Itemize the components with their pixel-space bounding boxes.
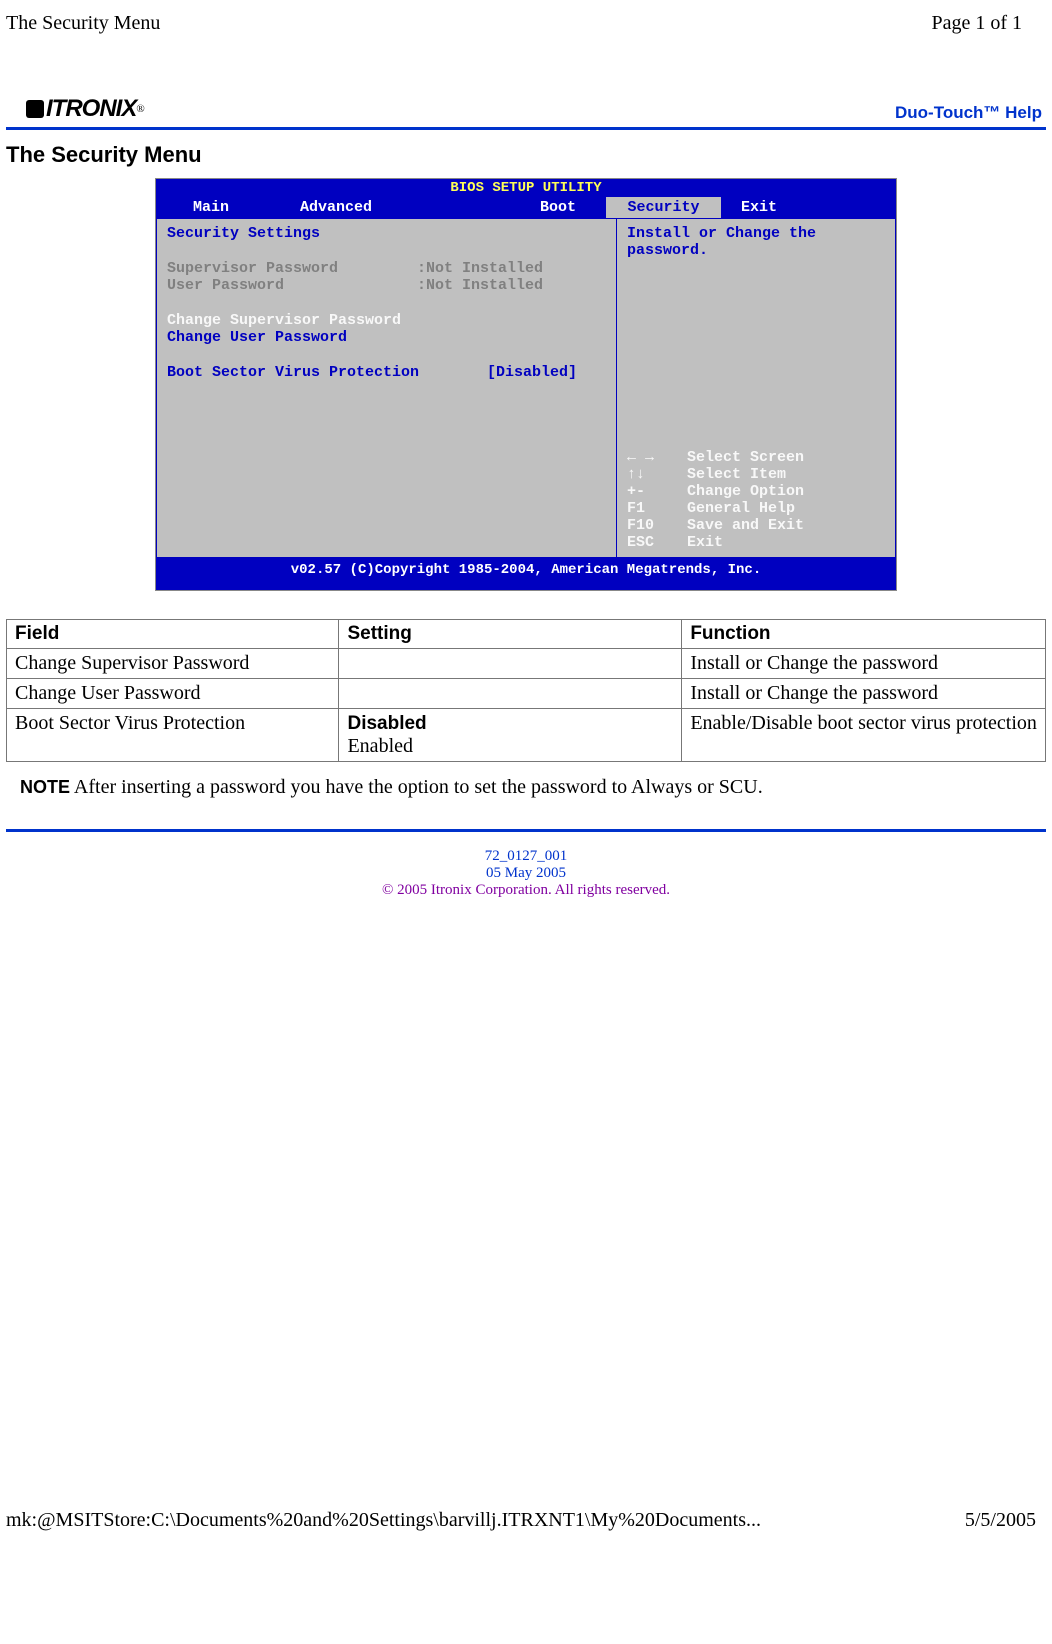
- bios-title: BIOS SETUP UTILITY: [156, 179, 896, 197]
- page-title: The Security Menu: [6, 142, 1046, 168]
- nav-action: Select Item: [687, 466, 786, 483]
- change-user-pw: Change User Password: [167, 329, 606, 346]
- nav-action: Save and Exit: [687, 517, 804, 534]
- change-supervisor-pw: Change Supervisor Password: [167, 312, 606, 329]
- bios-menu-main: Main: [156, 197, 266, 218]
- doc-page-info: Page 1 of 1: [931, 12, 1022, 35]
- nav-action: Select Screen: [687, 449, 804, 466]
- footer-path: mk:@MSITStore:C:\Documents%20and%20Setti…: [6, 1509, 761, 1532]
- nav-action: Exit: [687, 534, 723, 551]
- nav-key: ← →: [627, 449, 687, 466]
- bios-menu: Main Advanced Boot Security Exit: [156, 197, 896, 218]
- note-label: NOTE: [20, 777, 70, 797]
- cell-setting: [339, 679, 682, 709]
- table-row: Change User Password Install or Change t…: [7, 679, 1046, 709]
- cell-field: Change User Password: [7, 679, 339, 709]
- user-pw-label: User Password: [167, 277, 417, 294]
- doc-date: 05 May 2005: [6, 865, 1046, 882]
- doc-id: 72_0127_001: [6, 848, 1046, 865]
- table-row: Change Supervisor Password Install or Ch…: [7, 649, 1046, 679]
- setting-bold: Disabled: [347, 713, 426, 734]
- bios-menu-advanced: Advanced: [266, 197, 406, 218]
- nav-key: F1: [627, 500, 687, 517]
- help-link[interactable]: Duo-Touch™ Help: [895, 103, 1046, 123]
- boot-sector-value: [Disabled]: [487, 364, 577, 381]
- brand-name: ITRONIX: [46, 95, 136, 123]
- table-row: Boot Sector Virus Protection Disabled En…: [7, 709, 1046, 762]
- cell-setting: [339, 649, 682, 679]
- supervisor-pw-value: :Not Installed: [417, 260, 543, 277]
- supervisor-pw-label: Supervisor Password: [167, 260, 417, 277]
- doc-copyright: © 2005 Itronix Corporation. All rights r…: [6, 882, 1046, 899]
- bios-menu-security: Security: [606, 197, 721, 218]
- setting-plain: Enabled: [347, 735, 413, 757]
- cell-field: Boot Sector Virus Protection: [7, 709, 339, 762]
- bios-right-panel: Install or Change the password. ← →Selec…: [616, 218, 896, 558]
- table-header-field: Field: [7, 620, 339, 649]
- table-header-function: Function: [682, 620, 1046, 649]
- brand-square-icon: [26, 100, 44, 118]
- nav-action: Change Option: [687, 483, 804, 500]
- cell-field: Change Supervisor Password: [7, 649, 339, 679]
- boot-sector-label: Boot Sector Virus Protection: [167, 364, 487, 381]
- cell-function: Install or Change the password: [682, 649, 1046, 679]
- nav-key: ↑↓: [627, 466, 687, 483]
- bios-left-panel: Security Settings Supervisor Password :N…: [156, 218, 616, 558]
- doc-header-title: The Security Menu: [6, 12, 160, 35]
- bios-menu-boot: Boot: [406, 197, 606, 218]
- bios-screenshot: BIOS SETUP UTILITY Main Advanced Boot Se…: [155, 178, 897, 591]
- bios-menu-exit: Exit: [721, 197, 851, 218]
- nav-key: F10: [627, 517, 687, 534]
- note-line: NOTE After inserting a password you have…: [6, 776, 1046, 799]
- nav-action: General Help: [687, 500, 795, 517]
- user-pw-value: :Not Installed: [417, 277, 543, 294]
- brand-logo: ITRONIX ®: [6, 95, 145, 123]
- cell-setting: Disabled Enabled: [339, 709, 682, 762]
- cell-function: Install or Change the password: [682, 679, 1046, 709]
- brand-registered-icon: ®: [136, 103, 144, 115]
- settings-table: Field Setting Function Change Supervisor…: [6, 619, 1046, 762]
- note-text: After inserting a password you have the …: [70, 776, 763, 798]
- table-header-setting: Setting: [339, 620, 682, 649]
- nav-key: ESC: [627, 534, 687, 551]
- divider: [6, 829, 1046, 832]
- footer-meta: 72_0127_001 05 May 2005 © 2005 Itronix C…: [6, 848, 1046, 899]
- bios-help-line2: password.: [627, 242, 885, 259]
- bios-footer: v02.57 (C)Copyright 1985-2004, American …: [156, 558, 896, 590]
- cell-function: Enable/Disable boot sector virus protect…: [682, 709, 1046, 762]
- bios-section-heading: Security Settings: [167, 225, 606, 242]
- bios-help-line1: Install or Change the: [627, 225, 885, 242]
- nav-key: +-: [627, 483, 687, 500]
- bios-nav-help: ← →Select Screen ↑↓Select Item +-Change …: [627, 449, 885, 551]
- footer-date: 5/5/2005: [965, 1509, 1036, 1532]
